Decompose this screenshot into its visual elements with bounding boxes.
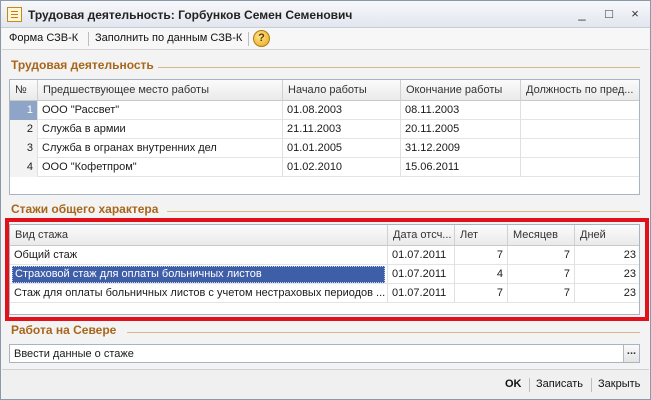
years-cell[interactable]: 7	[455, 246, 508, 265]
button-separator	[591, 378, 592, 392]
row-number: 3	[10, 139, 38, 158]
save-button[interactable]: Записать	[536, 378, 583, 390]
experience-type-cell[interactable]: Стаж для оплаты больничных листов с учет…	[10, 284, 388, 303]
row-number: 1	[10, 101, 38, 120]
window-title: Трудовая деятельность: Горбунков Семен С…	[28, 8, 353, 22]
column-header[interactable]: Начало работы	[283, 80, 401, 101]
form-szvk-button[interactable]: Форма СЗВ-К	[9, 32, 78, 44]
column-header[interactable]: Вид стажа	[10, 225, 388, 246]
section-divider	[167, 211, 640, 212]
work-place-cell[interactable]: Служба в армии	[38, 120, 283, 139]
table-header: № Предшествующее место работы Начало раб…	[10, 80, 639, 101]
toolbar: Форма СЗВ-К Заполнить по данным СЗВ-К ?	[2, 28, 649, 50]
position-cell[interactable]	[521, 158, 639, 177]
work-place-cell[interactable]: ООО "Рассвет"	[38, 101, 283, 120]
experience-section-title: Стажи общего характера	[11, 202, 159, 216]
row-number: 4	[10, 158, 38, 177]
north-section-title: Работа на Севере	[11, 323, 117, 337]
table-row[interactable]: 3 Служба в огранах внутренних дел 01.01.…	[10, 139, 639, 158]
minimize-button[interactable]: _	[574, 7, 590, 21]
end-date-cell[interactable]: 31.12.2009	[401, 139, 521, 158]
position-cell[interactable]	[521, 139, 639, 158]
table-row[interactable]: 2 Служба в армии 21.11.2003 20.11.2005	[10, 120, 639, 139]
column-header[interactable]: Лет	[455, 225, 508, 246]
column-header[interactable]: Окончание работы	[401, 80, 521, 101]
document-icon	[7, 7, 22, 22]
calc-date-cell[interactable]: 01.07.2011	[388, 246, 455, 265]
table-row[interactable]: 1 ООО "Рассвет" 01.08.2003 08.11.2003	[10, 101, 639, 120]
table-header: Вид стажа Дата отсч... Лет Месяцев Дней	[10, 225, 639, 246]
bottom-button-bar: OK Записать Закрыть	[2, 369, 649, 399]
work-history-table[interactable]: № Предшествующее место работы Начало раб…	[9, 79, 640, 195]
close-button[interactable]: Закрыть	[598, 378, 640, 390]
table-row[interactable]: Общий стаж 01.07.2011 7 7 23	[10, 246, 639, 265]
fill-from-szvk-button[interactable]: Заполнить по данным СЗВ-К	[95, 32, 242, 44]
calc-date-cell[interactable]: 01.07.2011	[388, 265, 455, 284]
days-cell[interactable]: 23	[575, 246, 639, 265]
section-divider	[127, 332, 640, 333]
days-cell[interactable]: 23	[575, 265, 639, 284]
years-cell[interactable]: 4	[455, 265, 508, 284]
experience-type-cell[interactable]: Страховой стаж для оплаты больничных лис…	[10, 265, 388, 284]
select-dots-button[interactable]: ...	[623, 345, 639, 362]
column-header[interactable]: Месяцев	[508, 225, 575, 246]
months-cell[interactable]: 7	[508, 284, 575, 303]
table-row[interactable]: 4 ООО "Кофетпром" 01.02.2010 15.06.2011	[10, 158, 639, 177]
north-input-value: Ввести данные о стаже	[14, 348, 134, 360]
end-date-cell[interactable]: 20.11.2005	[401, 120, 521, 139]
work-place-cell[interactable]: Служба в огранах внутренних дел	[38, 139, 283, 158]
start-date-cell[interactable]: 01.08.2003	[283, 101, 401, 120]
maximize-button[interactable]: □	[601, 7, 617, 21]
calc-date-cell[interactable]: 01.07.2011	[388, 284, 455, 303]
column-header[interactable]: Должность по пред...	[521, 80, 639, 101]
start-date-cell[interactable]: 01.01.2005	[283, 139, 401, 158]
north-experience-input[interactable]: Ввести данные о стаже ...	[9, 344, 640, 363]
section-divider	[158, 67, 640, 68]
end-date-cell[interactable]: 08.11.2003	[401, 101, 521, 120]
position-cell[interactable]	[521, 101, 639, 120]
column-header[interactable]: Дата отсч...	[388, 225, 455, 246]
column-header[interactable]: Предшествующее место работы	[38, 80, 283, 101]
selected-experience-type[interactable]: Страховой стаж для оплаты больничных лис…	[12, 266, 385, 283]
toolbar-separator	[248, 32, 249, 46]
months-cell[interactable]: 7	[508, 246, 575, 265]
start-date-cell[interactable]: 21.11.2003	[283, 120, 401, 139]
work-place-cell[interactable]: ООО "Кофетпром"	[38, 158, 283, 177]
row-number: 2	[10, 120, 38, 139]
close-window-button[interactable]: ×	[627, 7, 643, 21]
position-cell[interactable]	[521, 120, 639, 139]
dialog-window: Трудовая деятельность: Горбунков Семен С…	[0, 0, 651, 400]
experience-type-cell[interactable]: Общий стаж	[10, 246, 388, 265]
end-date-cell[interactable]: 15.06.2011	[401, 158, 521, 177]
toolbar-separator	[88, 32, 89, 46]
start-date-cell[interactable]: 01.02.2010	[283, 158, 401, 177]
days-cell[interactable]: 23	[575, 284, 639, 303]
column-header[interactable]: Дней	[575, 225, 639, 246]
help-icon[interactable]: ?	[253, 30, 270, 47]
ok-button[interactable]: OK	[505, 378, 522, 390]
experience-table[interactable]: Вид стажа Дата отсч... Лет Месяцев Дней …	[9, 224, 640, 315]
button-separator	[529, 378, 530, 392]
table-row-selected[interactable]: Страховой стаж для оплаты больничных лис…	[10, 265, 639, 284]
years-cell[interactable]: 7	[455, 284, 508, 303]
table-row[interactable]: Стаж для оплаты больничных листов с учет…	[10, 284, 639, 303]
title-bar: Трудовая деятельность: Горбунков Семен С…	[1, 1, 650, 28]
work-section-title: Трудовая деятельность	[11, 58, 154, 72]
column-header[interactable]: №	[10, 80, 38, 101]
months-cell[interactable]: 7	[508, 265, 575, 284]
